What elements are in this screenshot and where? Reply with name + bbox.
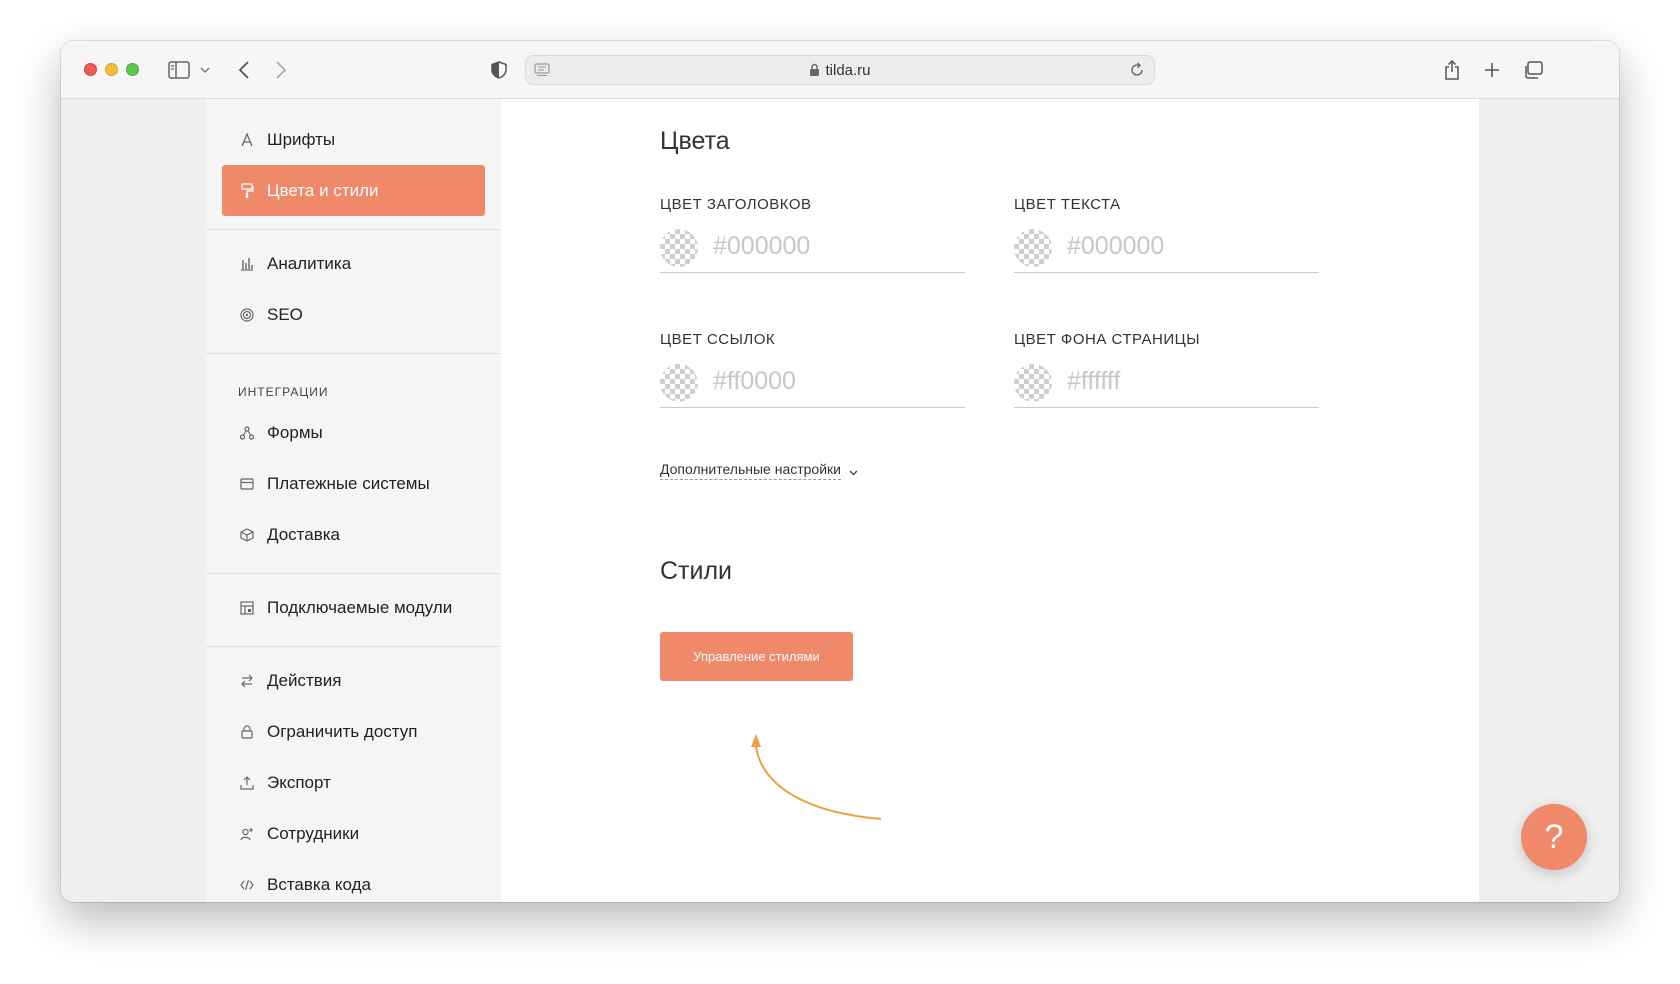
sidebar-item-fonts[interactable]: Шрифты: [222, 114, 485, 165]
sidebar-item-label: Вставка кода: [267, 874, 371, 894]
credit-card-icon: [239, 476, 255, 492]
code-icon: [239, 877, 255, 893]
paint-roller-icon: [239, 182, 255, 199]
tab-overview-icon[interactable]: [1522, 58, 1544, 82]
minimize-window-button[interactable]: [105, 63, 118, 76]
lock-icon: [239, 724, 255, 740]
shield-icon[interactable]: [489, 58, 509, 82]
sidebar-item-label: Подключаемые модули: [267, 597, 453, 617]
zoom-window-button[interactable]: [126, 63, 139, 76]
reload-icon[interactable]: [1129, 62, 1145, 83]
browser-window: tilda.ru Шрифты Цвета и стили Аналитика …: [61, 41, 1619, 902]
sidebar-item-delivery[interactable]: Доставка: [222, 509, 485, 560]
forms-icon: [239, 425, 255, 441]
sidebar-item-label: Аналитика: [267, 253, 352, 273]
sidebar-item-forms[interactable]: Формы: [222, 407, 485, 458]
user-plus-icon: [239, 826, 255, 842]
help-button[interactable]: ?: [1521, 804, 1587, 870]
sidebar-item-staff[interactable]: Сотрудники: [222, 808, 485, 859]
sidebar-item-label: Сотрудники: [267, 823, 360, 843]
swap-arrows-icon: [239, 673, 255, 689]
divider: [206, 646, 501, 647]
new-tab-icon[interactable]: [1482, 58, 1502, 82]
box-icon: [239, 527, 255, 543]
sidebar-item-label: Доставка: [267, 524, 341, 544]
modules-icon: [239, 600, 255, 616]
back-icon[interactable]: [236, 58, 252, 82]
lock-icon: [809, 58, 820, 88]
sidebar-toggle-icon[interactable]: [167, 58, 191, 82]
url-text: tilda.ru: [825, 62, 871, 79]
settings-sidebar: Шрифты Цвета и стили Аналитика SEO ИНТЕГ…: [206, 99, 501, 902]
sidebar-item-label: Действия: [267, 670, 342, 690]
chevron-down-icon[interactable]: [199, 58, 211, 82]
sidebar-item-label: SEO: [267, 304, 303, 324]
share-icon[interactable]: [1442, 58, 1462, 82]
sidebar-item-label: Формы: [267, 422, 323, 442]
divider: [206, 229, 501, 230]
annotation-arrow: [751, 734, 882, 820]
url-display: tilda.ru: [526, 56, 1154, 86]
sidebar-item-modules[interactable]: Подключаемые модули: [222, 582, 485, 633]
font-icon: [239, 132, 255, 148]
sidebar-item-analytics[interactable]: Аналитика: [222, 238, 485, 289]
close-window-button[interactable]: [84, 63, 97, 76]
divider: [206, 573, 501, 574]
sidebar-item-code-insert[interactable]: Вставка кода: [222, 859, 485, 902]
forward-icon[interactable]: [273, 58, 289, 82]
sidebar-item-label: Ограничить доступ: [267, 721, 418, 741]
target-icon: [239, 307, 255, 323]
sidebar-item-label: Цвета и стили: [267, 180, 379, 200]
sidebar-item-seo[interactable]: SEO: [222, 289, 485, 340]
section-heading-integrations: ИНТЕГРАЦИИ: [238, 385, 329, 399]
address-bar[interactable]: tilda.ru: [525, 55, 1155, 85]
bar-chart-icon: [239, 256, 255, 272]
sidebar-item-label: Экспорт: [267, 772, 331, 792]
sidebar-item-label: Шрифты: [267, 129, 336, 149]
sidebar-item-export[interactable]: Экспорт: [222, 757, 485, 808]
divider: [206, 353, 501, 354]
settings-main-panel: Цвета ЦВЕТ ЗАГОЛОВКОВ ЦВЕТ ТЕКСТА ЦВЕТ С…: [501, 99, 1479, 902]
browser-toolbar: tilda.ru: [61, 41, 1619, 99]
sidebar-item-actions[interactable]: Действия: [222, 655, 485, 706]
sidebar-item-colors-styles[interactable]: Цвета и стили: [222, 165, 485, 216]
sidebar-item-restrict-access[interactable]: Ограничить доступ: [222, 706, 485, 757]
page-content: Шрифты Цвета и стили Аналитика SEO ИНТЕГ…: [61, 99, 1619, 902]
upload-icon: [239, 775, 255, 791]
sidebar-item-payment-systems[interactable]: Платежные системы: [222, 458, 485, 509]
sidebar-item-label: Платежные системы: [267, 473, 430, 493]
